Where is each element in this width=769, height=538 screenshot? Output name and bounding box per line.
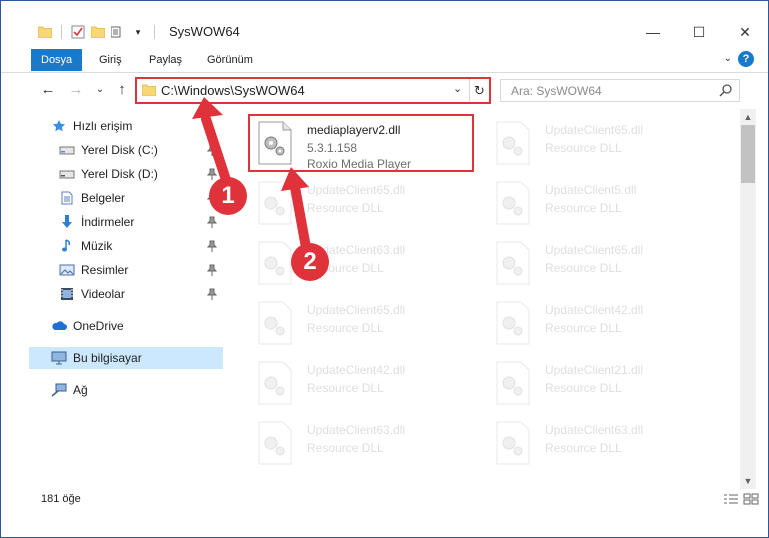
step-one-badge: 1 [209,177,247,215]
step-two-badge: 2 [291,243,329,281]
annotation-arrows [192,97,312,258]
explorer-window: ▾ SysWOW64 — ☐ ✕ Dosya Giriş Paylaş Görü… [0,0,769,538]
